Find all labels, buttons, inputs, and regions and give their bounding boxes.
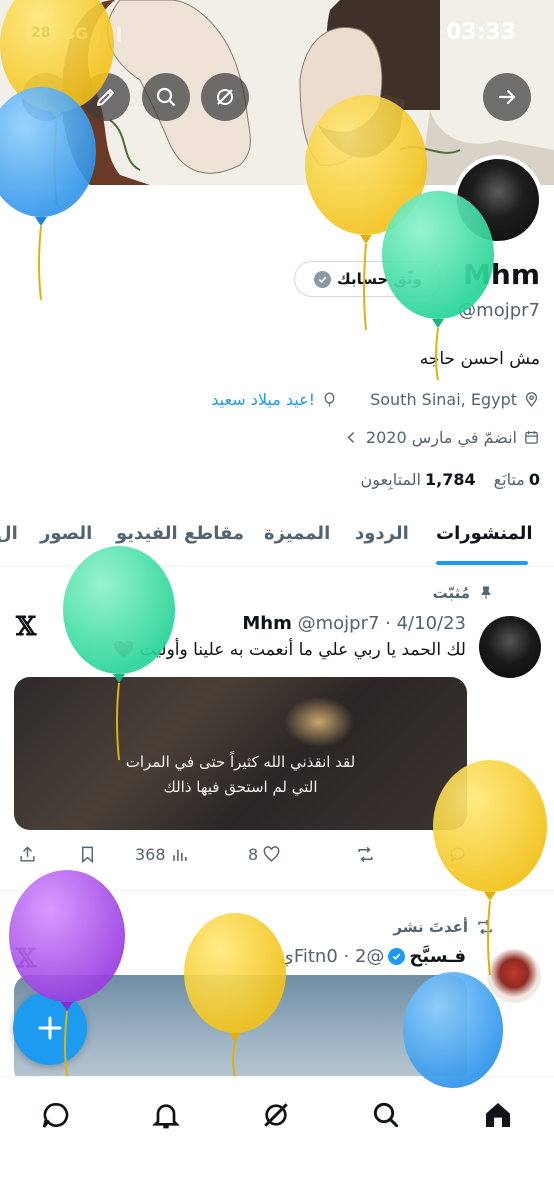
tweet-actions: 368 8 — [18, 845, 472, 869]
repost-button[interactable] — [356, 845, 375, 864]
user-handle: @mojpr7 — [458, 300, 540, 321]
reply-button[interactable] — [448, 845, 467, 864]
chat-bubble-icon — [42, 1102, 69, 1128]
battery-indicator: 28 — [26, 24, 56, 42]
follow-stats: 0متابَع 1,784المتابِعون — [361, 470, 540, 489]
location-text: South Sinai, Egypt — [370, 390, 517, 409]
repost-icon — [358, 846, 373, 863]
back-arrow-icon — [37, 87, 55, 107]
network-type: 4G — [64, 24, 89, 43]
heart-icon — [263, 846, 280, 862]
tweet-divider — [0, 890, 554, 891]
tweet-avatar[interactable] — [487, 949, 541, 1003]
verified-badge-icon — [314, 270, 331, 288]
nav-home[interactable] — [478, 1095, 518, 1135]
no-location-icon — [217, 89, 233, 105]
balloon-icon — [324, 392, 335, 407]
views-icon — [172, 849, 187, 861]
profile-bio: مش احسن حاجه — [419, 349, 540, 369]
tweet-author[interactable]: Mhm — [242, 613, 291, 634]
status-bar: 28 4G 03:33 — [0, 0, 554, 68]
nav-search[interactable] — [366, 1095, 406, 1135]
tab-more[interactable]: ال — [0, 523, 18, 544]
explore-button[interactable] — [201, 73, 249, 121]
tweet-text: لك الحمد يا ربي علي ما أنعمت به علينا وأ… — [113, 640, 466, 660]
tweet-avatar[interactable] — [479, 616, 541, 678]
clock: 03:33 — [445, 20, 516, 45]
image-caption-line1: لقد انقذني الله كثيراً حتى في المرات — [125, 753, 356, 771]
calendar-icon — [525, 431, 538, 444]
verify-label: وثّق حسابك — [337, 270, 423, 288]
x-logo-icon: 𝕏 — [16, 944, 37, 974]
share-icon — [20, 846, 35, 862]
signal-icon — [96, 26, 124, 42]
active-tab-indicator — [436, 561, 528, 565]
grok-icon — [264, 1103, 288, 1127]
pinned-label: مُثبّت — [433, 584, 494, 602]
edit-button[interactable] — [82, 73, 130, 121]
tab-photos[interactable]: الصور — [40, 523, 92, 544]
tweet-handle-date: @mojpr7 · 4/10/23 — [297, 613, 466, 634]
bell-icon — [152, 1104, 180, 1129]
forward-button[interactable] — [483, 73, 531, 121]
home-icon — [486, 1103, 510, 1127]
profile-meta: عيد ميلاد سعيد! South Sinai, Egypt — [211, 390, 540, 409]
tab-posts[interactable]: المنشورات — [436, 523, 533, 544]
location-pin-icon — [525, 392, 538, 407]
repost-label: أعدتَ نشر — [393, 918, 494, 936]
display-name: Mhm — [463, 258, 540, 291]
search-icon — [156, 87, 176, 107]
nav-messages[interactable] — [36, 1095, 76, 1135]
verified-badge-icon — [388, 948, 406, 965]
chevron-left-icon[interactable] — [343, 429, 360, 446]
profile-avatar[interactable] — [453, 155, 543, 245]
edit-icon — [97, 89, 114, 106]
tweet-handle-date: @Fitn0 · 2ي — [279, 946, 385, 967]
back-button[interactable] — [22, 73, 70, 121]
tab-replies[interactable]: الردود — [355, 523, 409, 544]
following-stat[interactable]: 0متابَع — [494, 470, 540, 489]
followers-stat[interactable]: 1,784المتابِعون — [361, 470, 476, 489]
image-caption-line2: التي لم استحق فيها ذالك — [163, 778, 318, 796]
bookmark-button[interactable] — [78, 845, 97, 864]
joined-text: انضمّ في مارس 2020 — [365, 428, 517, 447]
share-button[interactable] — [18, 845, 37, 864]
heart-emoji: ❤️ — [113, 640, 135, 660]
compose-button[interactable] — [13, 991, 87, 1065]
tab-highlights[interactable]: المميزة — [264, 523, 330, 544]
repost-icon — [478, 919, 492, 935]
bookmark-icon — [82, 846, 93, 864]
verify-account-button[interactable]: وثّق حسابك — [294, 261, 442, 297]
birthday-link[interactable]: عيد ميلاد سعيد! — [211, 390, 315, 409]
nav-notifications[interactable] — [146, 1095, 186, 1135]
views-button[interactable]: 368 — [135, 845, 189, 864]
tweet-header: فـسبَّح @Fitn0 · 2ي — [280, 946, 466, 967]
joined-date: انضمّ في مارس 2020 — [343, 428, 540, 447]
search-icon — [373, 1102, 399, 1128]
tweet-image[interactable]: لقد انقذني الله كثيراً حتى في المرات الت… — [14, 677, 467, 830]
search-button[interactable] — [142, 73, 190, 121]
tweet-header: Mhm @mojpr7 · 4/10/23 — [242, 613, 466, 634]
forward-arrow-icon — [498, 89, 516, 105]
profile-tabs: المنشورات الردود المميزة مقاطع الفيديو ا… — [0, 505, 554, 567]
pin-icon — [481, 586, 491, 599]
tweet-author[interactable]: فـسبَّح — [409, 946, 466, 967]
plus-icon — [38, 1016, 62, 1040]
x-logo-icon: 𝕏 — [16, 612, 37, 642]
nav-grok[interactable] — [256, 1095, 296, 1135]
like-button[interactable]: 8 — [248, 845, 281, 864]
bottom-navigation — [0, 1076, 554, 1199]
reply-icon — [450, 847, 465, 863]
tab-videos[interactable]: مقاطع الفيديو — [116, 523, 244, 544]
